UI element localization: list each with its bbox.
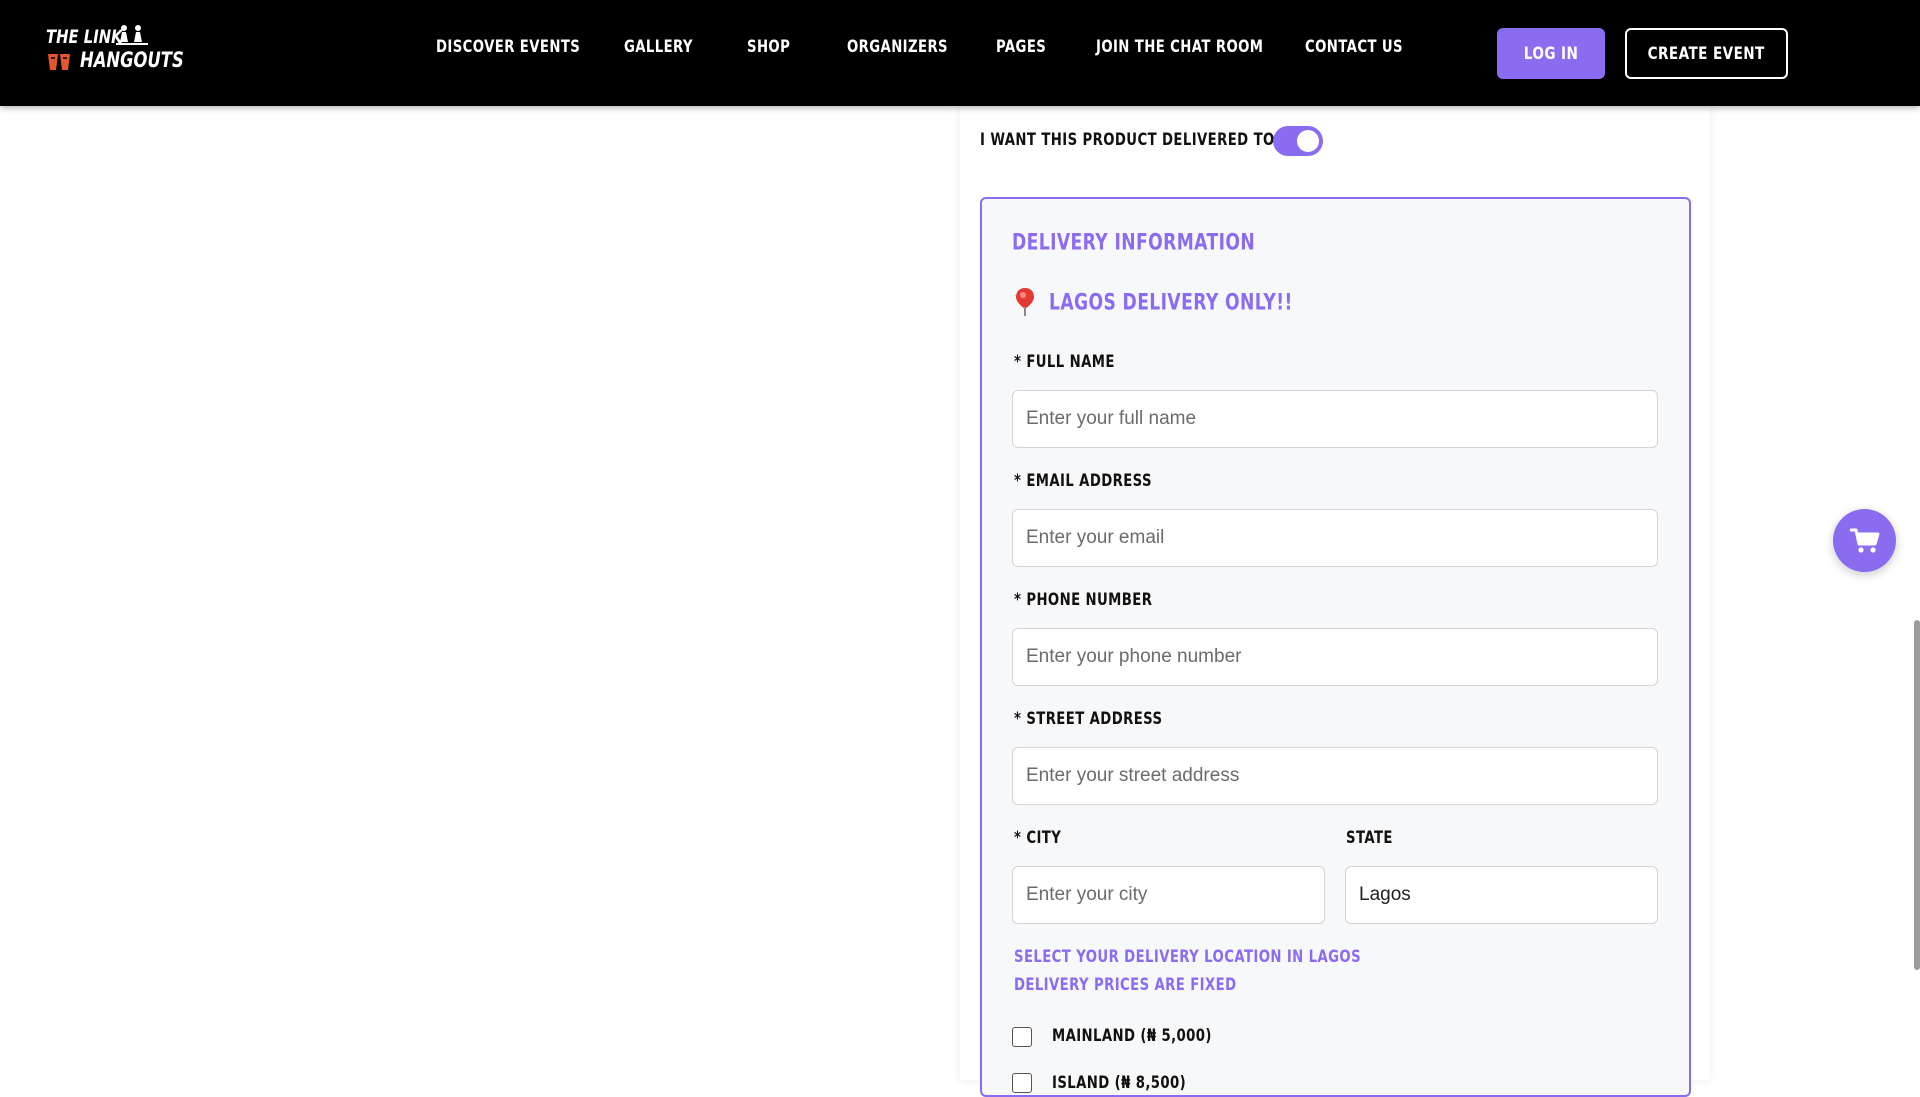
state-input[interactable]	[1345, 866, 1658, 924]
page-scrollbar[interactable]	[1914, 620, 1920, 970]
email-input[interactable]	[1012, 509, 1658, 567]
logo-cups-icon	[48, 54, 70, 70]
nav-gallery[interactable]: GALLERY	[624, 37, 693, 57]
delivery-section-title: DELIVERY INFORMATION	[1012, 230, 1256, 256]
delivery-prices-hint: DELIVERY PRICES ARE FIXED	[1014, 975, 1237, 995]
nav-shop[interactable]: SHOP	[747, 37, 790, 57]
logo-figures-icon	[116, 25, 148, 45]
floating-cart-button[interactable]	[1833, 509, 1896, 572]
nav-join-chat-room[interactable]: JOIN THE CHAT ROOM	[1096, 37, 1263, 57]
logo-text-line2: HANGOUTS	[80, 48, 184, 72]
island-option-label: ISLAND (₦ 8,500)	[1052, 1073, 1187, 1093]
nav-discover-events[interactable]: DISCOVER EVENTS	[436, 37, 580, 57]
login-button-label: LOG IN	[1523, 43, 1579, 64]
lagos-delivery-note: LAGOS DELIVERY ONLY!!	[1049, 290, 1293, 316]
street-address-input[interactable]	[1012, 747, 1658, 805]
cart-icon	[1849, 528, 1879, 553]
city-input[interactable]	[1012, 866, 1325, 924]
delivery-toggle[interactable]	[1273, 126, 1323, 156]
toggle-knob	[1297, 130, 1319, 152]
full-name-label: * FULL NAME	[1014, 352, 1115, 372]
street-address-label: * STREET ADDRESS	[1014, 709, 1163, 729]
nav-organizers[interactable]: ORGANIZERS	[847, 37, 948, 57]
delivery-toggle-label: I WANT THIS PRODUCT DELIVERED TO ME	[980, 130, 1303, 150]
login-button[interactable]: LOG IN	[1497, 28, 1605, 79]
logo-text-line1: THE LINK	[46, 26, 123, 48]
city-label: * CITY	[1014, 828, 1062, 848]
mainland-option-label: MAINLAND (₦ 5,000)	[1052, 1026, 1212, 1046]
state-label: STATE	[1346, 828, 1393, 848]
site-header: THE LINK HANGOUTS DISCOVER EVENTS GALLER…	[0, 0, 1920, 106]
site-logo[interactable]: THE LINK HANGOUTS	[44, 22, 184, 74]
map-pin-icon	[1016, 288, 1034, 316]
nav-pages[interactable]: PAGES	[996, 37, 1046, 57]
delivery-location-hint: SELECT YOUR DELIVERY LOCATION IN LAGOS	[1014, 947, 1362, 967]
mainland-checkbox[interactable]	[1012, 1027, 1032, 1047]
email-label: * EMAIL ADDRESS	[1014, 471, 1152, 491]
create-event-button-label: CREATE EVENT	[1647, 43, 1766, 64]
create-event-button[interactable]: CREATE EVENT	[1625, 28, 1788, 79]
full-name-input[interactable]	[1012, 390, 1658, 448]
phone-number-label: * PHONE NUMBER	[1014, 590, 1153, 610]
phone-number-input[interactable]	[1012, 628, 1658, 686]
island-checkbox[interactable]	[1012, 1073, 1032, 1093]
nav-contact-us[interactable]: CONTACT US	[1305, 37, 1403, 57]
